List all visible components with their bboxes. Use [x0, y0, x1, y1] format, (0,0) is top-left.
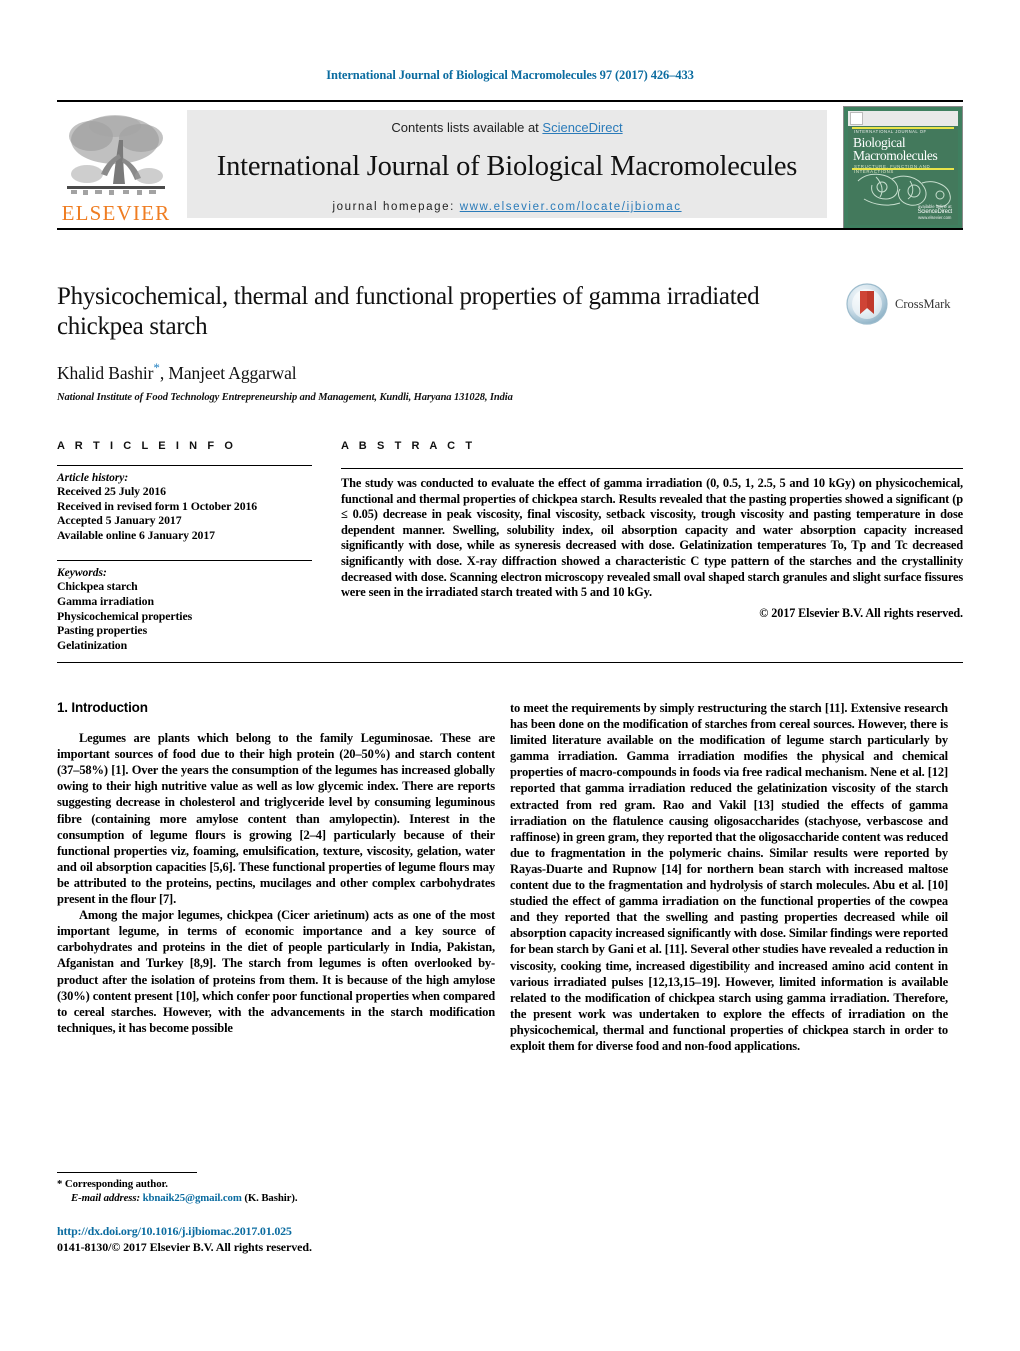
cover-small-title: INTERNATIONAL JOURNAL OF [854, 129, 927, 134]
cover-title: Biological Macromolecules [853, 136, 955, 163]
cover-sciencedirect-badge: available online at ScienceDirect www.el… [918, 204, 953, 220]
email-note: E-mail address: kbnaik25@gmail.com (K. B… [57, 1191, 495, 1205]
journal-masthead: ELSEVIER Contents lists available at Sci… [57, 100, 963, 230]
crossmark-badge[interactable]: CrossMark [845, 281, 965, 327]
issn-copyright: 0141-8130/© 2017 Elsevier B.V. All right… [57, 1240, 312, 1254]
author-list: Khalid Bashir*, Manjeet Aggarwal [57, 360, 797, 384]
article-info-heading: A R T I C L E I N F O [57, 440, 237, 452]
masthead-top-rule [57, 100, 963, 102]
abstract-copyright: © 2017 Elsevier B.V. All rights reserved… [759, 605, 963, 620]
elsevier-wordmark: ELSEVIER [61, 201, 171, 225]
history-item: Received 25 July 2016 [57, 484, 166, 498]
page-title: Physicochemical, thermal and functional … [57, 283, 760, 340]
doi-link[interactable]: http://dx.doi.org/10.1016/j.ijbiomac.201… [57, 1224, 292, 1238]
title-block: Physicochemical, thermal and functional … [57, 282, 797, 403]
article-history-heading: Article history: [57, 472, 129, 484]
crossmark-icon [846, 283, 888, 325]
keywords-heading: Keywords: [57, 567, 107, 580]
cover-title-line2: Macromolecules [853, 148, 938, 163]
masthead-center: Contents lists available at ScienceDirec… [187, 110, 827, 218]
paragraph: Among the major legumes, chickpea (Cicer… [57, 908, 495, 1035]
history-item: Received in revised form 1 October 2016 [57, 498, 258, 513]
keyword-item: Chickpea starch [57, 579, 138, 594]
abstract-text: The study was conducted to evaluate the … [341, 476, 963, 600]
footnote-block: * Corresponding author. E-mail address: … [57, 1172, 495, 1205]
cover-top-bar [848, 111, 958, 126]
article-info-rule [57, 465, 312, 466]
email-link[interactable]: kbnaik25@gmail.com [143, 1192, 242, 1204]
cover-artwork [852, 169, 954, 207]
footer-block: http://dx.doi.org/10.1016/j.ijbiomac.201… [57, 1222, 557, 1255]
journal-homepage-line: journal homepage: www.elsevier.com/locat… [187, 201, 827, 213]
article-page: International Journal of Biological Macr… [0, 0, 1020, 1351]
sciencedirect-link[interactable]: ScienceDirect [542, 120, 622, 135]
email-suffix: (K. Bashir). [241, 1192, 298, 1204]
section-heading-introduction: 1. Introduction [57, 700, 148, 715]
cover-inner: INTERNATIONAL JOURNAL OF Biological Macr… [848, 111, 958, 225]
body-columns: 1. Introduction Legumes are plants which… [57, 700, 963, 1170]
elsevier-logo: ELSEVIER [57, 110, 175, 228]
article-info-block: A R T I C L E I N F O Article history: R… [57, 440, 312, 652]
homepage-prefix: journal homepage: [332, 201, 460, 213]
history-item: Available online 6 January 2017 [57, 527, 215, 542]
paragraph: to meet the requirements by simply restr… [510, 701, 948, 1053]
footnote-rule [57, 1172, 197, 1173]
abstract-rule [341, 468, 963, 469]
affiliation: National Institute of Food Technology En… [57, 391, 513, 403]
body-column-right: to meet the requirements by simply restr… [510, 700, 948, 1054]
corresponding-author-note: * Corresponding author. [57, 1178, 168, 1190]
abstract-bottom-rule [57, 662, 963, 663]
cover-sd-url: www.elsevier.com [918, 215, 952, 220]
email-label: E-mail address: [71, 1192, 140, 1204]
body-column-left: 1. Introduction Legumes are plants which… [57, 700, 495, 1036]
crossmark-label: CrossMark [895, 296, 951, 311]
keyword-item: Physicochemical properties [57, 608, 193, 623]
elsevier-tree-icon [57, 110, 175, 202]
paragraph: Legumes are plants which belong to the f… [57, 731, 495, 907]
contents-lists-line: Contents lists available at ScienceDirec… [187, 120, 827, 135]
history-item: Accepted 5 January 2017 [57, 513, 182, 528]
cover-elsevier-icon [850, 112, 863, 125]
author-first: Khalid Bashir [57, 362, 154, 383]
journal-homepage-link[interactable]: www.elsevier.com/locate/ijbiomac [460, 201, 682, 213]
journal-title: International Journal of Biological Macr… [216, 151, 798, 182]
keyword-item: Gelatinization [57, 637, 128, 652]
masthead-bottom-rule [57, 228, 963, 230]
keyword-item: Pasting properties [57, 623, 148, 638]
contents-prefix: Contents lists available at [391, 120, 543, 135]
abstract-block: A B S T R A C T The study was conducted … [341, 440, 963, 621]
abstract-heading: A B S T R A C T [341, 440, 476, 452]
journal-cover-thumbnail[interactable]: INTERNATIONAL JOURNAL OF Biological Macr… [843, 106, 963, 230]
keywords-rule [57, 560, 312, 562]
keyword-item: Gamma irradiation [57, 593, 154, 608]
running-head: International Journal of Biological Macr… [326, 68, 694, 82]
author-rest: , Manjeet Aggarwal [159, 362, 297, 383]
